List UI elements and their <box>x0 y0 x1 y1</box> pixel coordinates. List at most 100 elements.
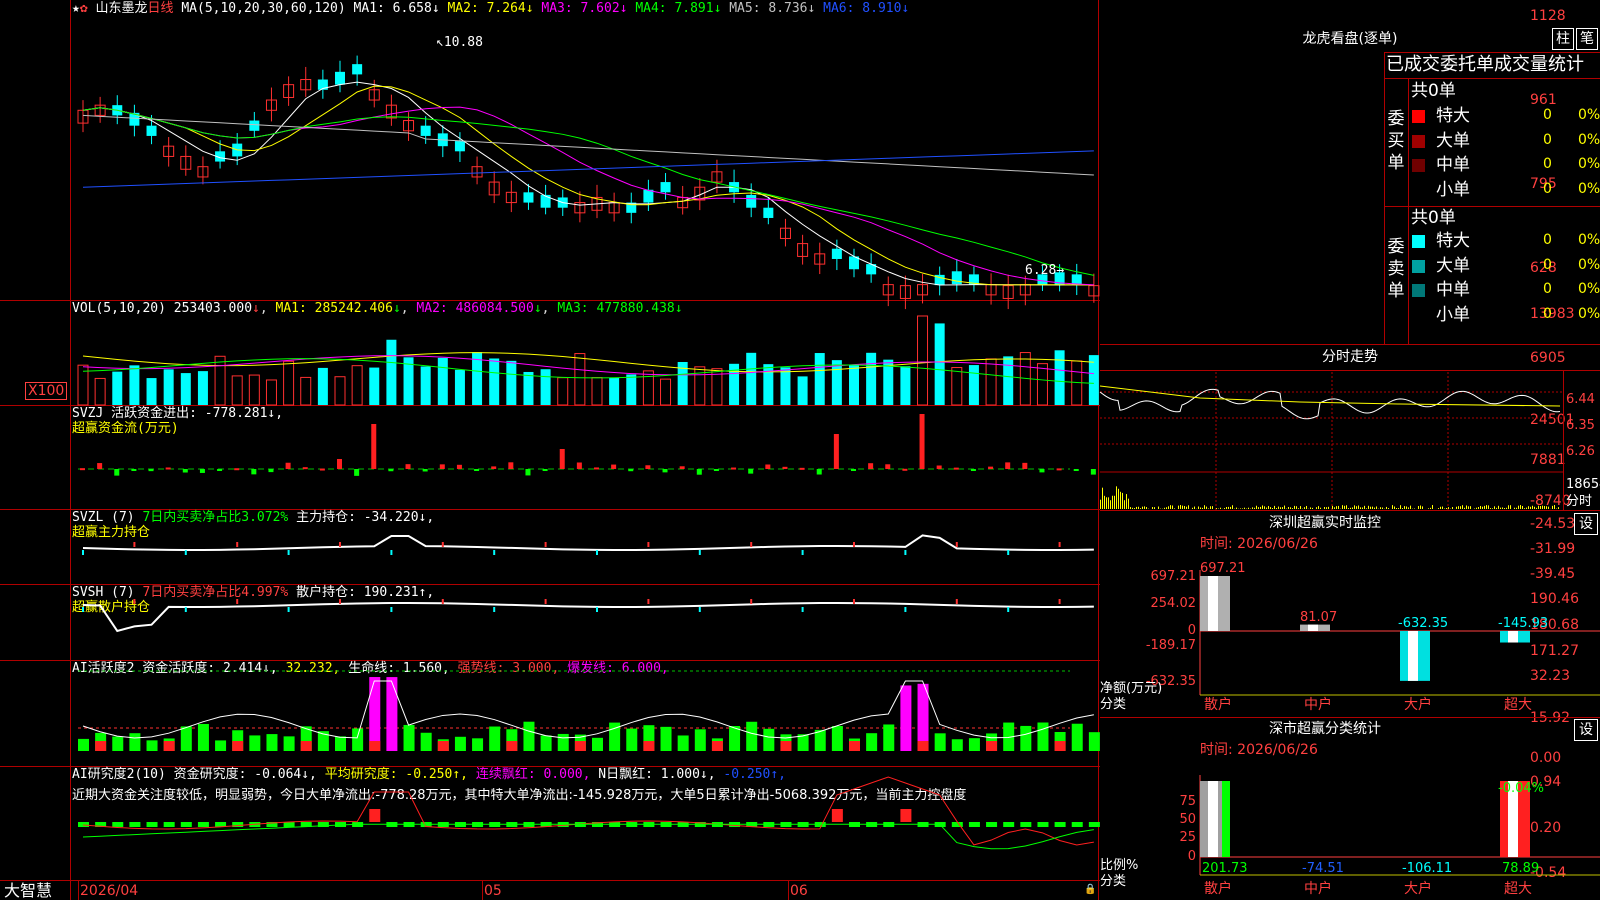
intraday-vol-bar <box>1530 506 1531 509</box>
candlestick-chart[interactable] <box>70 18 1100 310</box>
intraday-vol-bar <box>1230 506 1231 509</box>
volume-bar <box>746 352 757 405</box>
intraday-unit: 分时 <box>1566 494 1593 509</box>
y-tick: 25 <box>1179 830 1196 845</box>
intraday-vol-bar <box>1398 508 1399 509</box>
fund-flow-bar <box>902 468 908 471</box>
intraday-vol-bar <box>1136 506 1137 509</box>
fund-flow-bar <box>131 469 137 471</box>
research-bar <box>1020 822 1032 827</box>
intraday-vol-bar <box>1142 506 1143 509</box>
research-bar <box>78 822 89 827</box>
intraday-vol-bar <box>1352 507 1353 509</box>
volume-bar <box>1003 356 1014 405</box>
fund-flow-bar <box>371 424 377 469</box>
order-size-label: 大单 <box>1436 130 1470 151</box>
monitor-bar-highlight <box>1208 576 1218 631</box>
intraday-vol-bar <box>1422 506 1423 509</box>
category-label: 超大 <box>1504 697 1532 713</box>
activity-bar <box>917 683 929 751</box>
activity-bar <box>215 740 227 751</box>
date-label: 2026/04 <box>80 883 139 899</box>
vol-unit-badge[interactable]: X100 <box>25 382 68 400</box>
activity-bar <box>1088 732 1100 751</box>
activity-red <box>711 741 723 751</box>
holding-line <box>82 602 1094 633</box>
intraday-vol-bar <box>1106 497 1107 509</box>
intraday-vol-bar <box>1240 508 1241 509</box>
activity-red <box>917 741 929 751</box>
y-tick: 0 <box>1187 623 1196 638</box>
fund-flow-bar <box>97 463 103 469</box>
intraday-vol-bar <box>1266 507 1267 509</box>
activity-bar <box>249 735 261 751</box>
intraday-vol-bar <box>1520 505 1521 509</box>
activity-bar <box>831 726 843 751</box>
star-icon: ★ <box>72 1 80 16</box>
bar-view-button[interactable]: 柱 <box>1552 28 1574 50</box>
intraday-vol-bar <box>1554 505 1555 509</box>
fund-flow-bar <box>456 464 462 469</box>
fund-flow-bar <box>868 463 874 469</box>
intraday-vol-bar <box>1294 505 1295 509</box>
activity-red <box>506 741 518 751</box>
intraday-vol-bar <box>1288 507 1289 509</box>
holding-tick <box>853 599 855 604</box>
research-bar <box>197 822 209 827</box>
intraday-vol-bar <box>1232 505 1233 509</box>
bar-value-label: 78.89 <box>1502 861 1540 876</box>
holding-tick <box>904 550 907 555</box>
candle-body <box>523 192 534 203</box>
volume-bar <box>523 371 534 405</box>
stats-settings-button[interactable]: 设 <box>1574 719 1598 741</box>
intraday-vol-bar <box>1198 506 1199 509</box>
activity-red <box>163 741 175 751</box>
high-annotation: ↖10.88 <box>436 35 483 50</box>
fund-flow-bar <box>645 465 651 469</box>
intraday-vol-bar <box>1392 505 1393 509</box>
y-tick: 75 <box>1179 794 1196 809</box>
fund-flow-bar <box>662 469 668 473</box>
holding-tick <box>904 607 907 612</box>
research-red-line <box>82 776 1094 846</box>
activity-red <box>95 741 107 751</box>
research-green-line <box>82 823 1094 850</box>
activity-bar <box>866 733 878 751</box>
monitor-settings-button[interactable]: 设 <box>1574 513 1598 535</box>
intraday-vol-bar <box>1254 507 1255 509</box>
volume-bar <box>934 323 945 405</box>
intraday-chart[interactable] <box>1099 372 1563 510</box>
intraday-vol-bar <box>1528 506 1529 509</box>
intraday-vol-bar <box>1204 505 1205 509</box>
intraday-vol-bar <box>1500 507 1501 509</box>
tick-view-button[interactable]: 笔 <box>1576 28 1598 50</box>
y-tick: 0.00 <box>1530 750 1562 766</box>
intraday-vol-bar <box>1502 507 1503 509</box>
volume-bar <box>146 378 157 405</box>
fund-flow-bar <box>936 465 942 469</box>
intraday-vol-bar <box>1406 506 1407 509</box>
intraday-vol-bar <box>1132 507 1133 509</box>
activity-bar <box>489 726 501 751</box>
order-qty: 0 <box>1543 256 1552 273</box>
candle-body <box>763 207 774 218</box>
lock-icon[interactable]: 🔒 <box>1084 884 1096 895</box>
buy-side-label: 委买单 <box>1387 109 1405 173</box>
low-annotation: 6.28→ <box>1025 263 1065 278</box>
intraday-vol-bar <box>1290 507 1291 509</box>
volume-bar <box>231 375 243 406</box>
fund-flow-bar <box>851 469 856 471</box>
intraday-vol-bar <box>1344 505 1345 509</box>
intraday-vol-bar <box>1386 506 1387 509</box>
research-bar <box>163 822 175 827</box>
ma-value: MA4: 7.891↓ <box>635 1 730 16</box>
intraday-vol-bar <box>1402 508 1403 509</box>
ma-line <box>82 81 1094 286</box>
research-bar <box>951 822 963 827</box>
fund-flow-bar <box>474 469 480 471</box>
volume-bar <box>557 377 569 406</box>
holding-tick <box>801 550 804 555</box>
candle-body <box>660 182 671 193</box>
holding-tick <box>184 550 187 555</box>
intraday-vol-bar <box>1264 506 1265 509</box>
